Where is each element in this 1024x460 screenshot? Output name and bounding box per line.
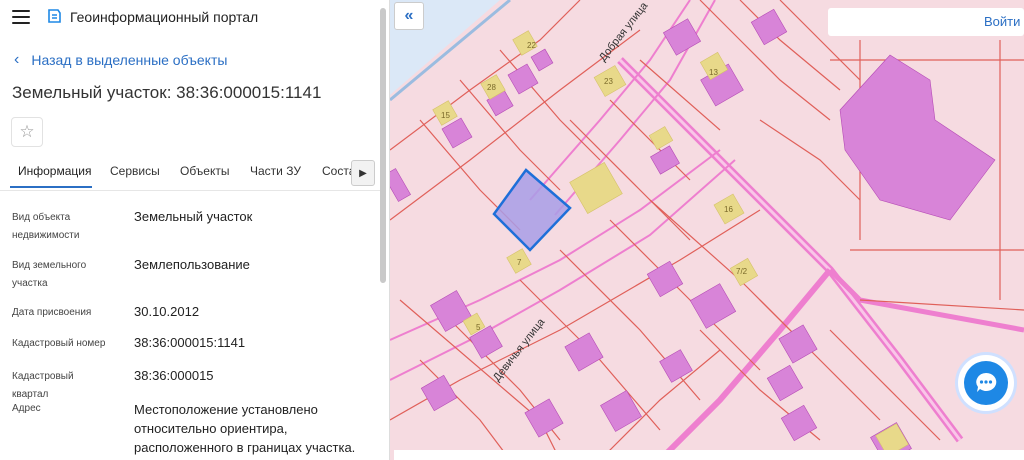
map-view[interactable]: 22 23 13 28 15 16 7 7/2 5 Добрая улица Д…: [390, 0, 1024, 460]
value-assign-date: 30.10.2012: [134, 304, 200, 319]
buildings: [390, 8, 996, 460]
menu-icon[interactable]: [12, 10, 30, 24]
street-label-dobraya: Добрая улица: [597, 0, 651, 64]
portal-logo-icon: [48, 9, 61, 23]
house-number-label: 7/2: [736, 267, 748, 276]
label-cadastral-number: Кадастровый номер: [12, 338, 106, 349]
login-button[interactable]: Войти: [984, 14, 1020, 29]
house-number-label: 22: [527, 41, 536, 50]
panel-scrollbar[interactable]: [380, 8, 386, 283]
chat-bubble-icon: [976, 372, 997, 392]
triangle-right-icon: ▶: [359, 167, 367, 179]
map-bottom-bar: [394, 450, 1024, 460]
app-title: Геоинформационный портал: [70, 9, 259, 25]
house-number-label: 23: [604, 77, 613, 86]
house-number-label: 16: [724, 205, 733, 214]
active-tab-indicator: [10, 186, 92, 188]
info-panel: Геоинформационный портал ‹ Назад в выдел…: [0, 0, 390, 460]
tab-services[interactable]: Сервисы: [110, 164, 160, 178]
value-object-type: Земельный участок: [134, 209, 253, 224]
tab-land-parts[interactable]: Части ЗУ: [250, 164, 301, 178]
house-number-label: 7: [517, 258, 522, 267]
value-cadastral-quarter: 38:36:000015: [134, 368, 214, 383]
panel-header: Геоинформационный портал: [0, 0, 389, 34]
label-parcel-type: Вид земельного участка: [12, 260, 87, 289]
tabs-scroll-right-button[interactable]: ▶: [351, 160, 375, 186]
favorite-star-button[interactable]: ☆: [11, 117, 43, 147]
tabs-divider: [0, 190, 380, 191]
tab-information[interactable]: Информация: [18, 164, 91, 178]
value-parcel-type: Землепользование: [134, 257, 250, 272]
back-to-selected-link[interactable]: ‹ Назад в выделенные объекты: [14, 51, 227, 69]
label-assign-date: Дата присвоения: [12, 307, 92, 318]
double-chevron-left-icon: «: [404, 7, 414, 24]
label-address: Адрес: [12, 403, 41, 414]
collapse-panel-button[interactable]: «: [394, 2, 424, 30]
selected-parcel: [492, 168, 572, 252]
page-title: Земельный участок: 38:36:000015:1141: [12, 83, 322, 102]
star-icon: ☆: [19, 122, 35, 141]
map-canvas: 22 23 13 28 15 16 7 7/2 5 Добрая улица Д…: [390, 0, 1024, 460]
back-link-label: Назад в выделенные объекты: [31, 52, 228, 68]
road-branch-2: [828, 268, 1024, 333]
value-address: Местоположение установлено относительно …: [134, 402, 356, 455]
label-cadastral-quarter: Кадастровый квартал: [12, 371, 74, 400]
house-number-label: 28: [487, 83, 496, 92]
value-cadastral-number: 38:36:000015:1141: [134, 335, 246, 350]
label-object-type: Вид объекта недвижимости: [12, 212, 80, 241]
street-label-devichya: Девичья улица: [491, 316, 548, 384]
house-number-label: 13: [709, 68, 718, 77]
tab-objects[interactable]: Объекты: [180, 164, 230, 178]
house-number-label: 15: [441, 111, 450, 120]
house-number-label: 5: [476, 323, 481, 332]
tab-bar: Информация Сервисы Объекты Части ЗУ Сост…: [0, 158, 380, 190]
chevron-left-icon: ‹: [14, 51, 20, 68]
street-devichya-edge: [390, 159, 736, 381]
chat-button[interactable]: [958, 355, 1014, 411]
